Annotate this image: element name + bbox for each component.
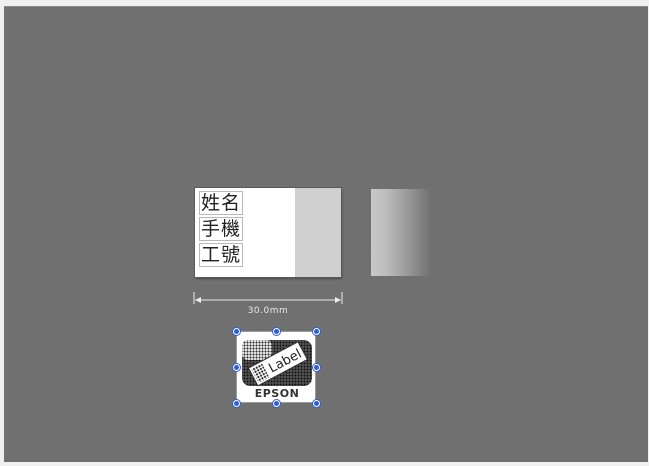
resize-handle-top-left-icon[interactable] <box>233 328 240 335</box>
resize-handle-left-icon[interactable] <box>233 364 240 371</box>
resize-handle-top-icon[interactable] <box>273 328 280 335</box>
resize-handle-top-right-icon[interactable] <box>313 328 320 335</box>
label-margin-area <box>295 188 341 277</box>
label-width-dimension: 30.0mm <box>193 290 343 318</box>
dimension-text: 30.0mm <box>247 306 289 316</box>
next-label-preview <box>371 189 431 276</box>
resize-handle-bottom-icon[interactable] <box>273 400 280 407</box>
editor-workspace[interactable]: 姓名 手機 工號 30.0mm Label EPSON <box>4 6 648 462</box>
logo-brand-text: EPSON <box>254 387 300 400</box>
logo-box[interactable]: Label EPSON <box>236 331 316 403</box>
resize-handle-right-icon[interactable] <box>313 364 320 371</box>
resize-handle-bottom-right-icon[interactable] <box>313 400 320 407</box>
text-line-3[interactable]: 工號 <box>199 243 244 267</box>
text-line-2[interactable]: 手機 <box>199 217 244 241</box>
label-tape-preview[interactable]: 姓名 手機 工號 <box>195 188 341 277</box>
logo-image-object[interactable]: Label EPSON <box>233 328 320 407</box>
label-works-logo-icon: Label <box>242 340 312 387</box>
text-line-1[interactable]: 姓名 <box>199 191 244 215</box>
resize-handle-bottom-left-icon[interactable] <box>233 400 240 407</box>
